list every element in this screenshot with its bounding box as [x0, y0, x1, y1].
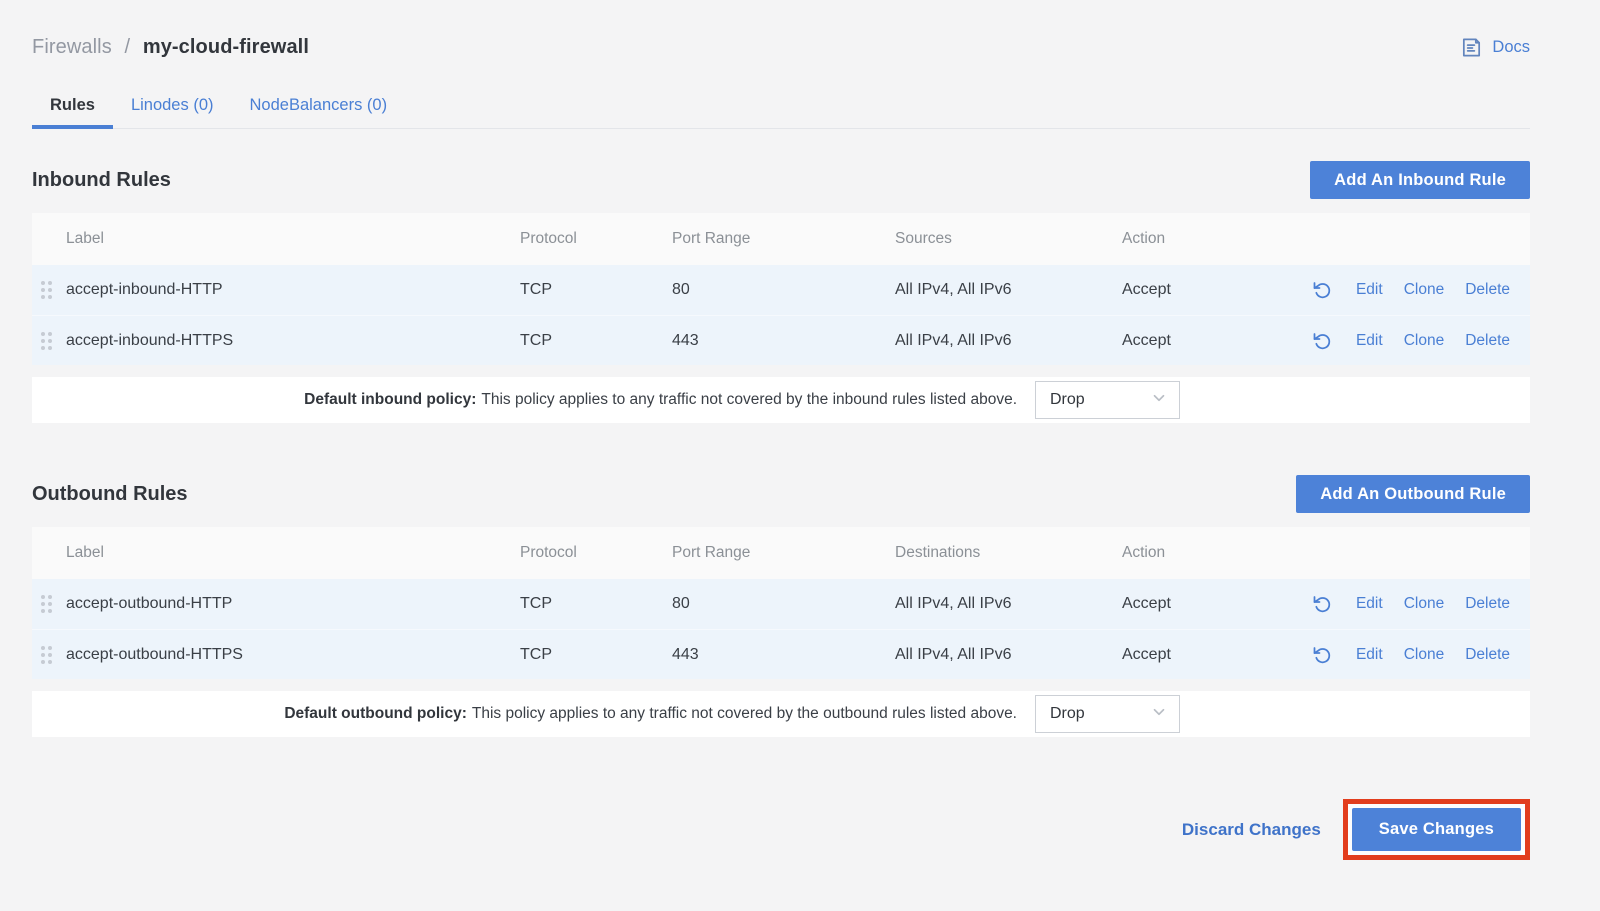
rule-action: Accept [1122, 332, 1272, 350]
column-header-destinations: Destinations [895, 544, 1122, 562]
rule-destinations: All IPv4, All IPv6 [895, 595, 1122, 613]
highlight-annotation: Save Changes [1343, 799, 1530, 860]
column-header-action: Action [1122, 544, 1272, 562]
tab-linodes[interactable]: Linodes (0) [113, 86, 232, 128]
undo-icon[interactable] [1312, 645, 1332, 665]
default-inbound-policy-label: Default inbound policy: [304, 391, 476, 409]
edit-link[interactable]: Edit [1356, 595, 1383, 613]
outbound-table-header: Label Protocol Port Range Destinations A… [32, 527, 1530, 579]
column-header-port-range: Port Range [672, 544, 895, 562]
page-title: my-cloud-firewall [143, 36, 309, 58]
breadcrumb-separator: / [124, 36, 130, 58]
clone-link[interactable]: Clone [1404, 332, 1445, 350]
top-bar: Firewalls / my-cloud-firewall Docs [32, 30, 1530, 64]
rule-sources: All IPv4, All IPv6 [895, 281, 1122, 299]
rule-protocol: TCP [520, 332, 672, 350]
firewall-detail-page: Firewalls / my-cloud-firewall Docs Rules… [32, 30, 1530, 860]
rule-protocol: TCP [520, 646, 672, 664]
rule-protocol: TCP [520, 281, 672, 299]
clone-link[interactable]: Clone [1404, 646, 1445, 664]
default-inbound-policy-description: This policy applies to any traffic not c… [481, 391, 1017, 409]
default-inbound-policy-value: Drop [1050, 391, 1085, 409]
docs-icon [1460, 36, 1483, 59]
chevron-down-icon [1150, 703, 1168, 726]
rule-label: accept-outbound-HTTPS [66, 646, 520, 664]
table-row: accept-outbound-HTTP TCP 80 All IPv4, Al… [32, 579, 1530, 629]
column-header-action: Action [1122, 230, 1272, 248]
drag-handle-icon[interactable] [41, 595, 52, 613]
inbound-table-header: Label Protocol Port Range Sources Action [32, 213, 1530, 265]
rule-destinations: All IPv4, All IPv6 [895, 646, 1122, 664]
rule-protocol: TCP [520, 595, 672, 613]
rule-label: accept-inbound-HTTPS [66, 332, 520, 350]
default-outbound-policy-row: Default outbound policy: This policy app… [32, 691, 1530, 737]
table-row: accept-inbound-HTTPS TCP 443 All IPv4, A… [32, 315, 1530, 365]
outbound-rules-title: Outbound Rules [32, 483, 188, 506]
outbound-section-header: Outbound Rules Add An Outbound Rule [32, 475, 1530, 513]
chevron-down-icon [1150, 389, 1168, 412]
column-header-protocol: Protocol [520, 230, 672, 248]
column-header-port-range: Port Range [672, 230, 895, 248]
rule-action: Accept [1122, 646, 1272, 664]
table-row: accept-inbound-HTTP TCP 80 All IPv4, All… [32, 265, 1530, 315]
drag-handle-icon[interactable] [41, 646, 52, 664]
rule-label: accept-inbound-HTTP [66, 281, 520, 299]
rule-action: Accept [1122, 281, 1272, 299]
tab-bar: Rules Linodes (0) NodeBalancers (0) [32, 86, 1530, 129]
breadcrumb-firewalls-link[interactable]: Firewalls [32, 36, 112, 58]
undo-icon[interactable] [1312, 331, 1332, 351]
rule-sources: All IPv4, All IPv6 [895, 332, 1122, 350]
delete-link[interactable]: Delete [1465, 646, 1510, 664]
outbound-rules-table: Label Protocol Port Range Destinations A… [32, 527, 1530, 737]
inbound-section-header: Inbound Rules Add An Inbound Rule [32, 161, 1530, 199]
inbound-rules-title: Inbound Rules [32, 169, 171, 192]
column-header-label: Label [66, 230, 520, 248]
tab-rules[interactable]: Rules [32, 86, 113, 128]
tab-nodebalancers[interactable]: NodeBalancers (0) [232, 86, 406, 128]
footer-actions: Discard Changes Save Changes [32, 799, 1530, 860]
default-outbound-policy-value: Drop [1050, 705, 1085, 723]
rule-port-range: 80 [672, 281, 895, 299]
edit-link[interactable]: Edit [1356, 281, 1383, 299]
default-outbound-policy-select[interactable]: Drop [1035, 695, 1180, 733]
rule-action: Accept [1122, 595, 1272, 613]
column-header-protocol: Protocol [520, 544, 672, 562]
undo-icon[interactable] [1312, 280, 1332, 300]
default-outbound-policy-description: This policy applies to any traffic not c… [472, 705, 1017, 723]
inbound-rules-table: Label Protocol Port Range Sources Action… [32, 213, 1530, 423]
clone-link[interactable]: Clone [1404, 595, 1445, 613]
table-row: accept-outbound-HTTPS TCP 443 All IPv4, … [32, 629, 1530, 679]
column-header-sources: Sources [895, 230, 1122, 248]
clone-link[interactable]: Clone [1404, 281, 1445, 299]
undo-icon[interactable] [1312, 594, 1332, 614]
delete-link[interactable]: Delete [1465, 281, 1510, 299]
drag-handle-icon[interactable] [41, 281, 52, 299]
column-header-label: Label [66, 544, 520, 562]
add-inbound-rule-button[interactable]: Add An Inbound Rule [1310, 161, 1530, 199]
breadcrumb: Firewalls / my-cloud-firewall [32, 36, 309, 59]
edit-link[interactable]: Edit [1356, 646, 1383, 664]
default-inbound-policy-select[interactable]: Drop [1035, 381, 1180, 419]
docs-label: Docs [1492, 38, 1530, 57]
rule-label: accept-outbound-HTTP [66, 595, 520, 613]
discard-changes-link[interactable]: Discard Changes [1182, 820, 1321, 840]
save-changes-button[interactable]: Save Changes [1352, 808, 1521, 851]
delete-link[interactable]: Delete [1465, 332, 1510, 350]
default-inbound-policy-row: Default inbound policy: This policy appl… [32, 377, 1530, 423]
rule-port-range: 80 [672, 595, 895, 613]
add-outbound-rule-button[interactable]: Add An Outbound Rule [1296, 475, 1530, 513]
rule-port-range: 443 [672, 332, 895, 350]
drag-handle-icon[interactable] [41, 332, 52, 350]
default-outbound-policy-label: Default outbound policy: [284, 705, 467, 723]
edit-link[interactable]: Edit [1356, 332, 1383, 350]
rule-port-range: 443 [672, 646, 895, 664]
docs-link[interactable]: Docs [1460, 36, 1530, 59]
delete-link[interactable]: Delete [1465, 595, 1510, 613]
